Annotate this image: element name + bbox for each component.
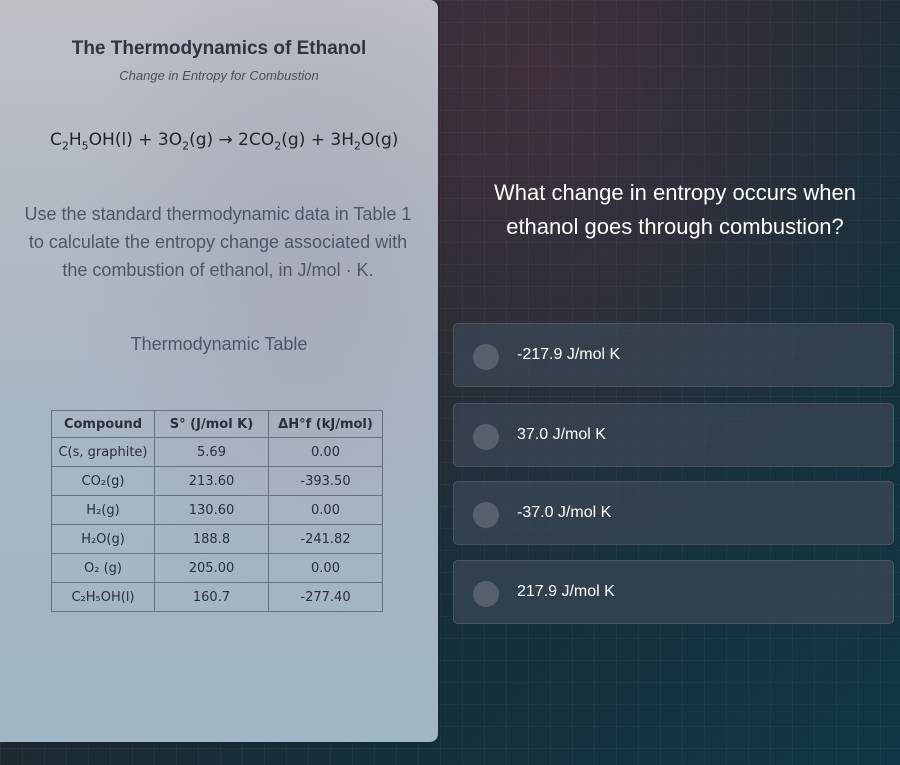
answer-option-label: 37.0 J/mol K — [517, 426, 606, 443]
answer-option-3[interactable]: -37.0 J/mol K — [453, 481, 894, 545]
table-row: C₂H₅OH(l) 160.7 -277.40 — [51, 582, 383, 612]
cell-entropy: 130.60 — [154, 495, 269, 525]
cell-compound: O₂ (g) — [51, 553, 155, 583]
equation-text: C — [50, 130, 62, 150]
cell-entropy: 188.8 — [154, 524, 269, 554]
equation-text: O(g) — [360, 130, 399, 150]
cell-entropy: 160.7 — [154, 582, 269, 612]
answer-option-label: 217.9 J/mol K — [517, 583, 615, 600]
col-header-enthalpy: ΔH°f (kJ/mol) — [268, 410, 383, 438]
cell-entropy: 213.60 — [154, 466, 269, 496]
page-title: The Thermodynamics of Ethanol — [71, 38, 367, 59]
cell-compound: C₂H₅OH(l) — [51, 582, 155, 612]
answer-option-label: -37.0 J/mol K — [517, 504, 612, 521]
cell-enthalpy: 0.00 — [268, 553, 383, 583]
cell-compound: H₂O(g) — [51, 524, 155, 554]
equation-subscript: 2 — [353, 139, 361, 153]
radio-button-icon[interactable] — [473, 344, 499, 370]
cell-enthalpy: 0.00 — [268, 437, 383, 467]
answer-option-4[interactable]: 217.9 J/mol K — [453, 560, 894, 624]
table-row: H₂(g) 130.60 0.00 — [51, 495, 383, 525]
info-panel: The Thermodynamics of Ethanol Change in … — [0, 0, 438, 742]
problem-prompt: Use the standard thermodynamic data in T… — [24, 204, 412, 280]
table-row: C(s, graphite) 5.69 0.00 — [51, 437, 383, 467]
cell-compound: C(s, graphite) — [51, 437, 155, 467]
equation-text: (g) + 3H — [281, 130, 354, 150]
radio-button-icon[interactable] — [473, 424, 499, 450]
table-row: H₂O(g) 188.8 -241.82 — [51, 524, 383, 554]
cell-compound: H₂(g) — [51, 495, 155, 525]
answer-option-label: -217.9 J/mol K — [517, 346, 621, 363]
cell-enthalpy: -241.82 — [268, 524, 383, 554]
equation-text: OH(l) + 3O — [88, 130, 183, 150]
cell-entropy: 5.69 — [154, 437, 269, 467]
answer-option-2[interactable]: 37.0 J/mol K — [453, 403, 894, 467]
cell-enthalpy: 0.00 — [268, 495, 383, 525]
table-header-row: Compound S° (J/mol K) ΔH°f (kJ/mol) — [51, 410, 383, 438]
equation-subscript: 5 — [81, 139, 89, 153]
radio-button-icon[interactable] — [473, 581, 499, 607]
cell-entropy: 205.00 — [154, 553, 269, 583]
equation-text: (g) → 2CO — [189, 130, 275, 150]
table-row: O₂ (g) 205.00 0.00 — [51, 553, 383, 583]
cell-compound: CO₂(g) — [51, 466, 155, 496]
page-subtitle: Change in Entropy for Combustion — [119, 68, 319, 83]
thermodynamic-table: Compound S° (J/mol K) ΔH°f (kJ/mol) C(s,… — [51, 410, 383, 612]
table-caption: Thermodynamic Table — [130, 334, 308, 354]
cell-enthalpy: -277.40 — [268, 582, 383, 612]
answer-option-1[interactable]: -217.9 J/mol K — [453, 323, 894, 387]
equation-subscript: 2 — [61, 139, 69, 153]
radio-button-icon[interactable] — [473, 502, 499, 528]
combustion-equation: C2H5OH(l) + 3O2(g) → 2CO2(g) + 3H2O(g) — [50, 130, 398, 152]
col-header-entropy: S° (J/mol K) — [154, 410, 269, 438]
question-text: What change in entropy occurs when ethan… — [494, 180, 856, 239]
equation-text: H — [68, 130, 82, 150]
table-row: CO₂(g) 213.60 -393.50 — [51, 466, 383, 496]
col-header-compound: Compound — [51, 410, 155, 438]
cell-enthalpy: -393.50 — [268, 466, 383, 496]
